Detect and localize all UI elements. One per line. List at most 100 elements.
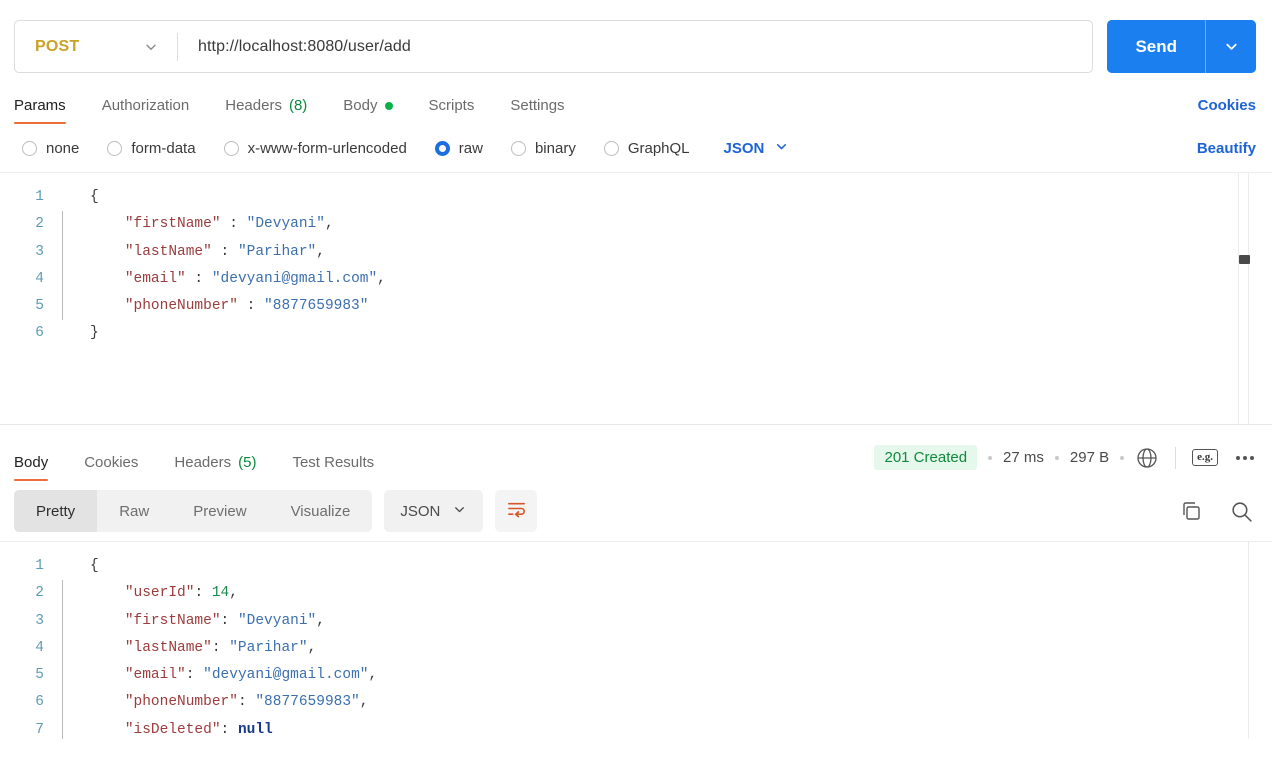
code-token-p: , (316, 244, 325, 260)
line-number: 3 (0, 239, 62, 266)
url-input-wrapper: POST http://localhost:8080/user/add (14, 20, 1093, 73)
code-token-k: "isDeleted" (125, 722, 221, 738)
request-body-code[interactable]: 1{2 "firstName" : "Devyani",3 "lastName"… (0, 173, 1272, 348)
body-type-raw[interactable]: raw (435, 140, 483, 157)
line-number: 6 (0, 320, 62, 347)
http-method-label: POST (35, 38, 79, 56)
response-body-code[interactable]: 1{2 "userId": 14,3 "firstName": "Devyani… (0, 542, 1272, 739)
wrap-lines-button[interactable] (495, 490, 537, 532)
response-tab-body[interactable]: Body (14, 454, 48, 481)
code-token-pad (90, 271, 125, 287)
code-token-pad (90, 640, 125, 656)
tab-authorization[interactable]: Authorization (102, 97, 190, 124)
code-token-brace: { (90, 558, 99, 574)
request-body-scrollbar-thumb[interactable] (1239, 255, 1250, 264)
response-size: 297 B (1070, 449, 1109, 466)
body-type-raw-label: raw (459, 140, 483, 157)
code-line-text: "firstName" : "Devyani", (62, 211, 334, 238)
line-number: 7 (0, 717, 62, 739)
radio-binary-icon[interactable] (511, 141, 526, 156)
url-input[interactable]: http://localhost:8080/user/add (178, 38, 1092, 56)
line-number: 4 (0, 266, 62, 293)
code-token-pad (90, 216, 125, 232)
tab-headers[interactable]: Headers (8) (225, 97, 307, 124)
code-line: 5 "email": "devyani@gmail.com", (0, 662, 1272, 689)
code-token-s: "Devyani" (247, 216, 325, 232)
more-options-icon[interactable] (1236, 456, 1254, 460)
view-mode-preview[interactable]: Preview (171, 490, 268, 532)
radio-graphql-icon[interactable] (604, 141, 619, 156)
meta-separator-dot (1120, 456, 1124, 460)
code-token-p: : (194, 585, 211, 601)
status-badge: 201 Created (874, 445, 977, 470)
view-mode-pretty[interactable]: Pretty (14, 490, 97, 532)
view-mode-raw[interactable]: Raw (97, 490, 171, 532)
tab-params[interactable]: Params (14, 97, 66, 124)
radio-urlencoded-icon[interactable] (224, 141, 239, 156)
code-token-p: : (238, 694, 255, 710)
tab-settings[interactable]: Settings (510, 97, 564, 124)
response-tab-headers-count: (5) (238, 454, 256, 471)
code-token-pad (90, 694, 125, 710)
cookies-link[interactable]: Cookies (1198, 97, 1256, 124)
search-icon[interactable] (1229, 499, 1254, 524)
body-type-graphql[interactable]: GraphQL (604, 140, 690, 157)
code-token-n: 14 (212, 585, 229, 601)
radio-raw-icon[interactable] (435, 141, 450, 156)
beautify-button[interactable]: Beautify (1197, 140, 1256, 157)
code-token-p: , (325, 216, 334, 232)
body-type-graphql-label: GraphQL (628, 140, 690, 157)
response-tab-cookies-label: Cookies (84, 454, 138, 471)
code-token-p: : (212, 640, 229, 656)
code-token-k: "firstName" (125, 216, 221, 232)
body-type-none-label: none (46, 140, 79, 157)
response-tab-headers[interactable]: Headers (5) (174, 454, 256, 481)
indent-guide (62, 717, 63, 739)
response-body-scrollbar[interactable] (1248, 542, 1249, 739)
code-line: 6} (0, 320, 1272, 347)
response-tab-test-results-label: Test Results (292, 454, 374, 471)
body-type-binary-label: binary (535, 140, 576, 157)
response-toolbar-actions (1179, 499, 1254, 524)
code-token-s: "8877659983" (255, 694, 359, 710)
http-method-selector[interactable]: POST (15, 21, 177, 72)
send-options-chevron-down-icon[interactable] (1206, 20, 1256, 73)
globe-icon[interactable] (1135, 446, 1159, 470)
response-view-toolbar: Pretty Raw Preview Visualize JSON (0, 481, 1272, 541)
raw-format-select[interactable]: JSON (724, 139, 790, 158)
response-tab-cookies[interactable]: Cookies (84, 454, 138, 481)
body-type-binary[interactable]: binary (511, 140, 576, 157)
code-line: 2 "userId": 14, (0, 580, 1272, 607)
response-body-viewer[interactable]: 1{2 "userId": 14,3 "firstName": "Devyani… (0, 541, 1272, 739)
code-token-k: "userId" (125, 585, 195, 601)
response-tab-test-results[interactable]: Test Results (292, 454, 374, 481)
radio-form-data-icon[interactable] (107, 141, 122, 156)
send-button[interactable]: Send (1107, 20, 1205, 73)
tab-scripts[interactable]: Scripts (429, 97, 475, 124)
line-number: 1 (0, 553, 62, 580)
request-body-scrollbar[interactable] (1238, 173, 1249, 424)
code-line: 3 "lastName" : "Parihar", (0, 239, 1272, 266)
tab-headers-label: Headers (225, 97, 282, 114)
code-token-s: "8877659983" (264, 298, 368, 314)
code-line-text: "phoneNumber" : "8877659983" (62, 293, 368, 320)
code-line-text: "lastName": "Parihar", (62, 635, 316, 662)
response-meta: 201 Created 27 ms 297 B e.g. (874, 445, 1254, 481)
example-eg-icon[interactable]: e.g. (1192, 449, 1218, 466)
radio-none-icon[interactable] (22, 141, 37, 156)
code-token-pad (90, 722, 125, 738)
body-type-none[interactable]: none (22, 140, 79, 157)
code-token-p: , (316, 613, 325, 629)
body-type-urlencoded[interactable]: x-www-form-urlencoded (224, 140, 407, 157)
response-format-label: JSON (400, 503, 440, 520)
view-mode-visualize[interactable]: Visualize (269, 490, 373, 532)
code-token-p: : (221, 216, 247, 232)
request-body-editor[interactable]: 1{2 "firstName" : "Devyani",3 "lastName"… (0, 172, 1272, 424)
body-type-form-data[interactable]: form-data (107, 140, 195, 157)
copy-icon[interactable] (1179, 499, 1203, 523)
response-format-select[interactable]: JSON (384, 490, 483, 532)
code-line-text: "lastName" : "Parihar", (62, 239, 325, 266)
wrap-lines-icon (506, 498, 527, 524)
tab-body[interactable]: Body (343, 97, 392, 124)
indent-guide (62, 239, 63, 266)
